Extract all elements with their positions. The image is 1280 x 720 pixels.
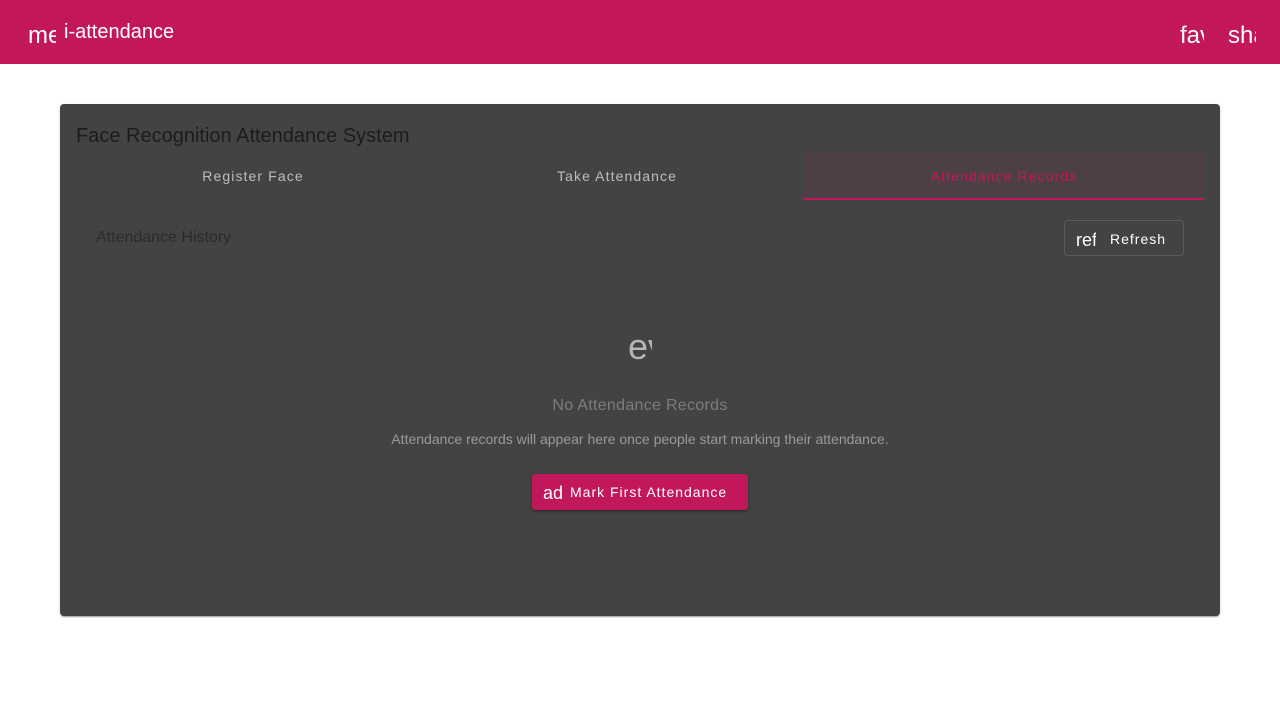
app-title: i-attendance	[64, 21, 175, 43]
card-title: Face Recognition Attendance System	[76, 125, 410, 147]
app-toolbar: menu i-attendance favorite share	[0, 0, 1280, 64]
section-title: Attendance History	[96, 229, 232, 246]
refresh-button[interactable]: refresh Refresh	[1064, 220, 1184, 256]
menu-icon[interactable]: menu	[28, 22, 56, 50]
mark-first-attendance-label: Mark First Attendance	[570, 484, 728, 500]
attendance-card: Face Recognition Attendance System Regis…	[60, 104, 1220, 616]
favorite-icon[interactable]: favorite	[1180, 22, 1204, 50]
refresh-icon: refresh	[1076, 230, 1096, 250]
tab-register-face[interactable]: Register Face	[76, 152, 430, 200]
empty-state-description: Attendance records will appear here once…	[391, 431, 889, 447]
tab-attendance-records[interactable]: Attendance Records	[804, 152, 1204, 200]
mark-first-attendance-button[interactable]: add Mark First Attendance	[532, 474, 748, 510]
add-icon: add	[543, 483, 563, 503]
tab-take-attendance[interactable]: Take Attendance	[440, 152, 794, 200]
share-icon[interactable]: share	[1228, 22, 1256, 50]
tab-group: Register Face Take Attendance Attendance…	[76, 152, 1204, 200]
event-busy-icon: event_busy	[628, 332, 652, 362]
active-tab-indicator	[804, 198, 1204, 200]
refresh-button-label: Refresh	[1110, 231, 1167, 247]
empty-state-title: No Attendance Records	[552, 397, 728, 414]
